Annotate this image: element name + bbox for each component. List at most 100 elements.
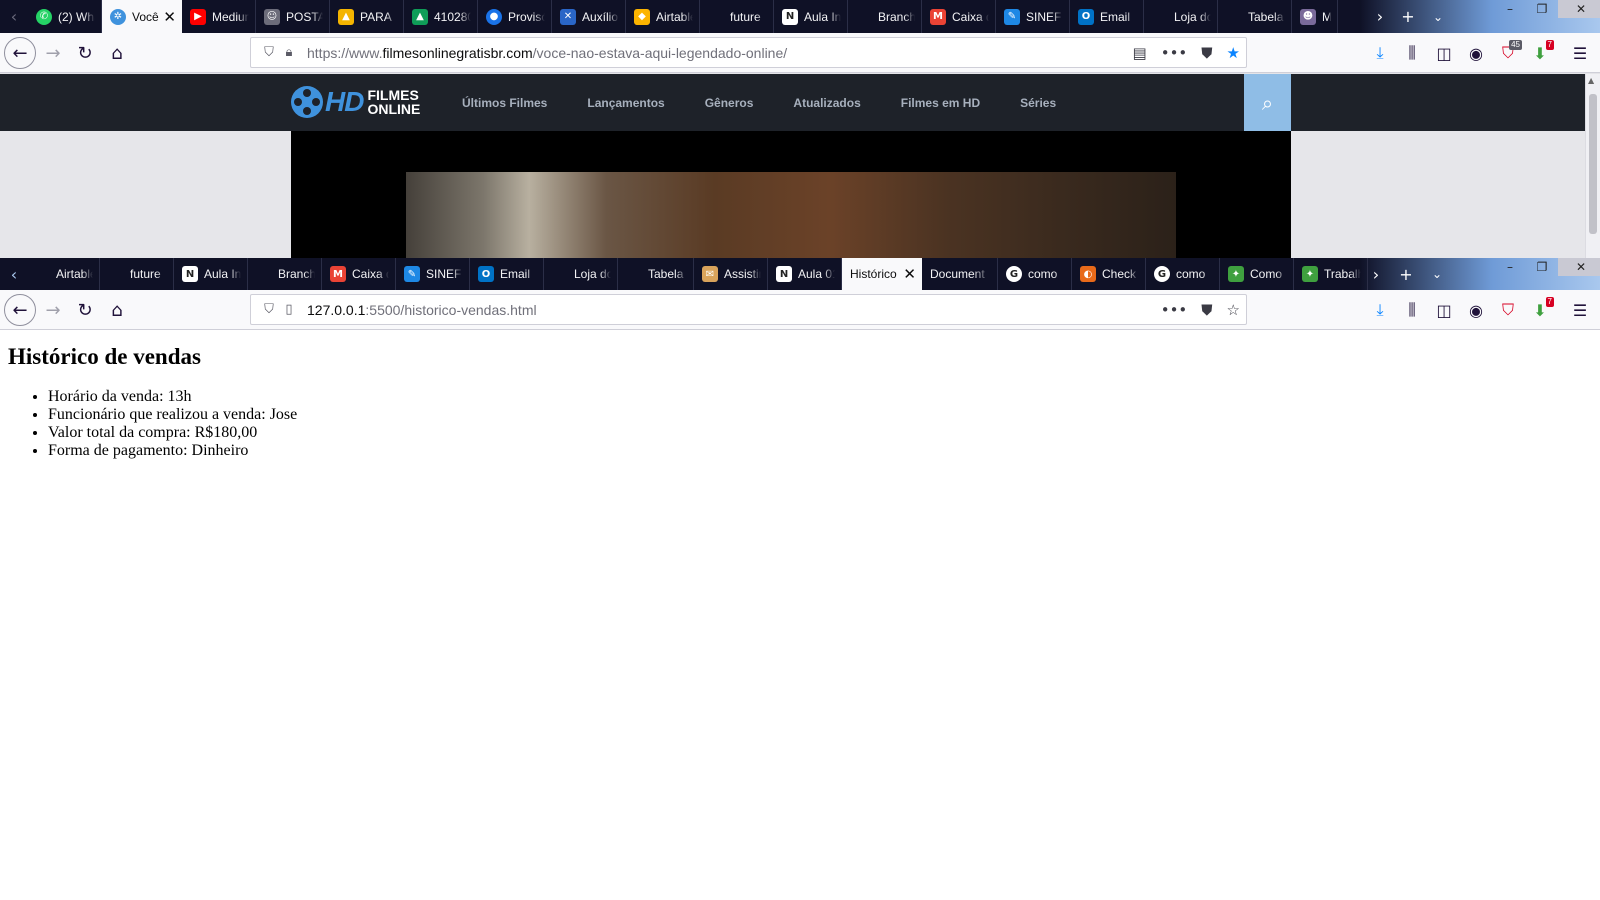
close-window-button[interactable]: ✕ [1558, 258, 1600, 276]
tab[interactable]: Airtable [26, 258, 100, 290]
downloads-icon[interactable]: ⤓ [1365, 294, 1395, 326]
tab[interactable]: N Aula 01 [768, 258, 842, 290]
sidebar-icon[interactable]: ◫ [1429, 294, 1459, 326]
url-bar[interactable]: ⛉ 🔒︎ https://www.filmesonlinegratisbr.co… [250, 37, 1247, 68]
tab[interactable]: Gcomo [1146, 258, 1220, 290]
downloads-icon[interactable]: ⤓ [1365, 37, 1395, 69]
ublock-icon[interactable]: ⛉ [1493, 294, 1523, 326]
tab[interactable]: ◆ Airtable [626, 0, 700, 33]
url-bar[interactable]: ⛉ ▯ 127.0.0.1:5500/historico-vendas.html… [250, 294, 1247, 325]
page-scrollbar[interactable]: ▲ [1585, 74, 1600, 258]
close-window-button[interactable]: ✕ [1558, 0, 1600, 18]
menu-icon[interactable]: ☰ [1565, 294, 1595, 326]
scroll-tabs-left-button[interactable]: ‹ [0, 258, 28, 290]
scrollbar-thumb[interactable] [1589, 94, 1597, 234]
library-icon[interactable]: ⫼ [1397, 37, 1427, 69]
tab[interactable]: Gcomo [998, 258, 1072, 290]
site-menu-item[interactable]: Últimos Filmes [462, 96, 547, 110]
tab[interactable]: M Caixa de entrada [922, 0, 996, 33]
list-all-tabs-button[interactable]: ⌄ [1424, 0, 1452, 33]
shield-icon[interactable]: ⛉ [259, 45, 279, 60]
page-actions-icon[interactable]: ••• [1161, 44, 1188, 62]
tab[interactable]: ✕ Auxílio [552, 0, 626, 33]
site-menu-item[interactable]: Lançamentos [587, 96, 664, 110]
sidebar-icon[interactable]: ◫ [1429, 37, 1459, 69]
site-search-button[interactable]: ⌕ [1244, 74, 1291, 131]
tab[interactable]: M Caixa de entrada [322, 258, 396, 290]
restore-button[interactable]: ❐ [1526, 258, 1558, 276]
site-menu-item[interactable]: Atualizados [793, 96, 860, 110]
scroll-tabs-left-button[interactable]: ‹ [0, 0, 28, 33]
tab[interactable]: N Aula Inicial [774, 0, 848, 33]
account-icon[interactable]: ◉ [1461, 37, 1491, 69]
lock-icon[interactable]: 🔒︎ [279, 45, 299, 60]
close-tab-icon[interactable]: ✕ [903, 265, 916, 283]
page-icon[interactable]: ▯ [279, 302, 299, 317]
tab[interactable]: O Email [1070, 0, 1144, 33]
minimize-button[interactable]: – [1494, 258, 1526, 276]
pocket-icon[interactable]: ⛊ [1201, 44, 1212, 62]
tab[interactable]: ◐ Check [1072, 258, 1146, 290]
download-helper-icon[interactable]: ⬇ 7 [1525, 37, 1555, 69]
tab[interactable]: ▲ PARA [330, 0, 404, 33]
back-button[interactable]: ← [4, 294, 36, 326]
bookmark-star-icon[interactable]: ★ [1227, 44, 1240, 62]
minimize-button[interactable]: – [1494, 0, 1526, 18]
forward-button[interactable]: → [37, 294, 69, 326]
reload-button[interactable]: ↻ [69, 37, 101, 69]
list-all-tabs-button[interactable]: ⌄ [1423, 258, 1451, 290]
tab[interactable]: Branch [248, 258, 322, 290]
scroll-tabs-right-button[interactable]: › [1366, 0, 1394, 33]
bookmark-star-icon[interactable]: ☆ [1227, 301, 1240, 319]
tab[interactable]: ☻ Meu [1292, 0, 1338, 33]
tab[interactable]: Loja do Vinho [544, 258, 618, 290]
tab[interactable]: Loja do Vinho [1144, 0, 1218, 33]
tab[interactable]: Document [922, 258, 998, 290]
site-logo[interactable]: HD FILMES ONLINE [291, 83, 420, 121]
tab[interactable]: ✦ Trabalho [1294, 258, 1368, 290]
reader-view-icon[interactable]: ▤ [1133, 44, 1147, 62]
tab[interactable]: O Email [470, 258, 544, 290]
ublock-icon[interactable]: ⛉ 45 [1493, 37, 1523, 69]
tab[interactable]: ✎ SINEF [996, 0, 1070, 33]
scroll-up-icon[interactable]: ▲ [1588, 76, 1594, 85]
download-helper-icon[interactable]: ⬇ 7 [1525, 294, 1555, 326]
tab[interactable]: ✦ Como [1220, 258, 1294, 290]
close-tab-icon[interactable]: ✕ [163, 8, 176, 26]
tab[interactable]: future [700, 0, 774, 33]
video-frame[interactable] [406, 172, 1176, 258]
restore-button[interactable]: ❐ [1526, 0, 1558, 18]
tab[interactable]: Histórico de vendas ✕ [842, 258, 922, 290]
home-button[interactable]: ⌂ [101, 37, 133, 69]
pocket-icon[interactable]: ⛊ [1201, 301, 1212, 319]
new-tab-button[interactable]: + [1394, 0, 1422, 33]
tab[interactable]: future [100, 258, 174, 290]
tab[interactable]: ● Provisório [478, 0, 552, 33]
url-text[interactable]: https://www.filmesonlinegratisbr.com/voc… [307, 45, 787, 61]
site-menu-item[interactable]: Gêneros [705, 96, 754, 110]
new-tab-button[interactable]: + [1392, 258, 1420, 290]
reload-button[interactable]: ↻ [69, 294, 101, 326]
tab[interactable]: ✲ Você não estava aqui ✕ [102, 0, 182, 33]
video-player[interactable] [291, 131, 1291, 258]
tab[interactable]: ✆ (2) WhatsApp [28, 0, 102, 33]
scroll-tabs-right-button[interactable]: › [1362, 258, 1390, 290]
site-menu-item[interactable]: Filmes em HD [901, 96, 980, 110]
site-menu-item[interactable]: Séries [1020, 96, 1056, 110]
tab[interactable]: ▶ Medium [182, 0, 256, 33]
shield-icon[interactable]: ⛉ [259, 302, 279, 317]
menu-icon[interactable]: ☰ [1565, 37, 1595, 69]
home-button[interactable]: ⌂ [101, 294, 133, 326]
account-icon[interactable]: ◉ [1461, 294, 1491, 326]
tab[interactable]: ✎ SINEF [396, 258, 470, 290]
tab[interactable]: ☺ POSTAGEM [256, 0, 330, 33]
url-text[interactable]: 127.0.0.1:5500/historico-vendas.html [307, 302, 537, 318]
tab[interactable]: N Aula Inicial [174, 258, 248, 290]
tab[interactable]: Tabela de [618, 258, 694, 290]
tab[interactable]: ✉ Assistir [694, 258, 768, 290]
page-actions-icon[interactable]: ••• [1161, 301, 1188, 319]
back-button[interactable]: ← [4, 37, 36, 69]
tab[interactable]: Branch [848, 0, 922, 33]
tab[interactable]: ▲ 4102800 [404, 0, 478, 33]
library-icon[interactable]: ⫼ [1397, 294, 1427, 326]
